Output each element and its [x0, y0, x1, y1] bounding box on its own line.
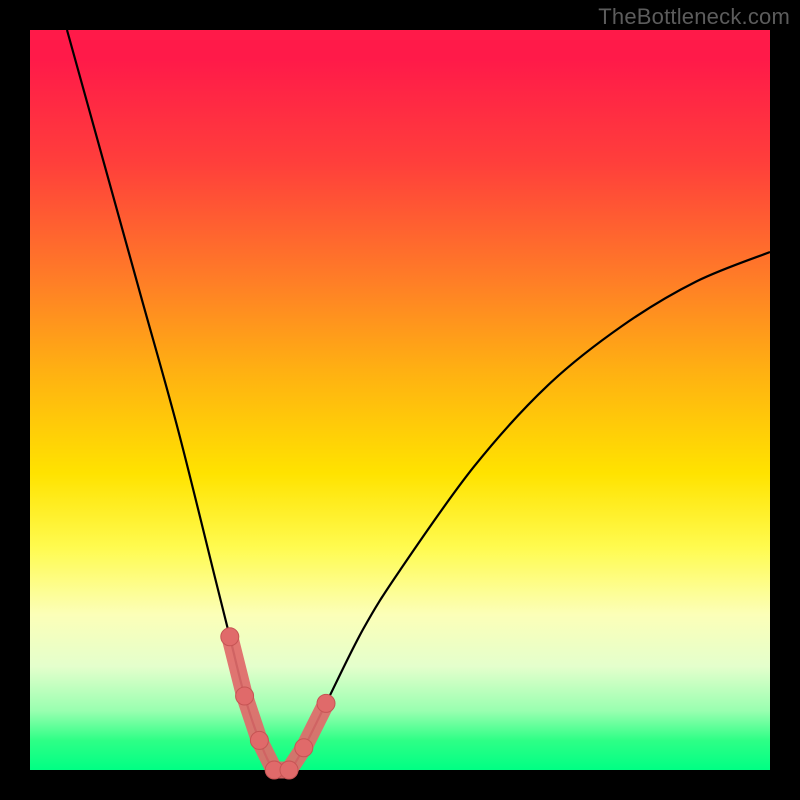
- marker-dot: [317, 694, 335, 712]
- marker-dot: [221, 628, 239, 646]
- curve-layer: [30, 30, 770, 770]
- marker-dot: [250, 731, 268, 749]
- marker-dot: [236, 687, 254, 705]
- marker-dot: [280, 761, 298, 779]
- marker-dot: [295, 739, 313, 757]
- bottleneck-curve-path: [67, 30, 770, 773]
- plot-area: [30, 30, 770, 770]
- chart-frame: TheBottleneck.com: [0, 0, 800, 800]
- bottleneck-curve: [67, 30, 770, 773]
- marker-group: [221, 628, 335, 779]
- watermark-text: TheBottleneck.com: [598, 4, 790, 30]
